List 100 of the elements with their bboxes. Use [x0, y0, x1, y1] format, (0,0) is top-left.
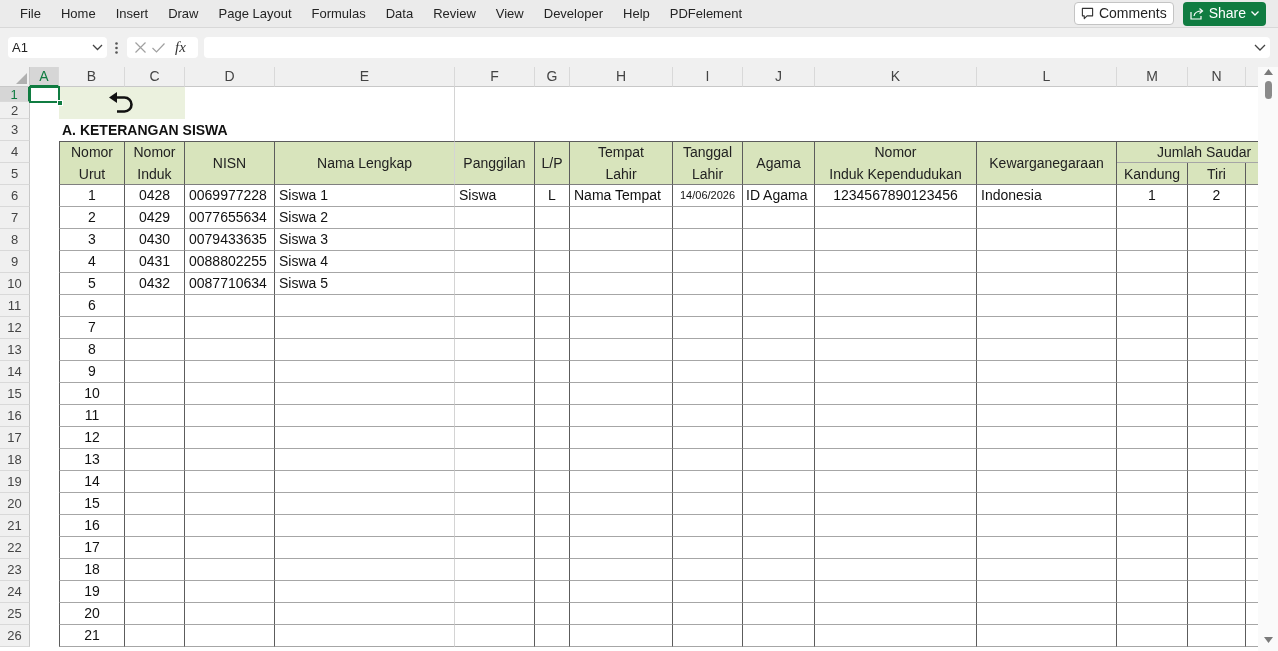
table-cell: 0432 [125, 273, 185, 295]
insert-function-button[interactable]: fx [175, 40, 186, 55]
row-header[interactable]: 21 [0, 515, 30, 537]
column-heading [1246, 163, 1258, 185]
column-group-heading: Jumlah Saudar [1117, 141, 1258, 163]
column-heading: NISN [185, 141, 275, 185]
column-header[interactable]: M [1117, 67, 1188, 87]
row-header[interactable]: 24 [0, 581, 30, 603]
row-header[interactable]: 13 [0, 339, 30, 361]
row-header[interactable]: 11 [0, 295, 30, 317]
row-header[interactable]: 6 [0, 185, 30, 207]
table-cell: 5 [59, 273, 125, 295]
ribbon-tab[interactable]: Formulas [301, 0, 376, 27]
table-cell: 16 [59, 515, 125, 537]
column-header[interactable]: G [535, 67, 570, 87]
chevron-down-icon [1251, 11, 1259, 16]
ribbon-tab[interactable]: Review [423, 0, 486, 27]
row-header[interactable]: 8 [0, 229, 30, 251]
row-header[interactable]: 17 [0, 427, 30, 449]
column-heading: Tempat Lahir [570, 141, 673, 185]
table-cell: 17 [59, 537, 125, 559]
column-heading: Kandung [1117, 163, 1188, 185]
column-header[interactable]: K [815, 67, 977, 87]
ribbon-tab[interactable]: Developer [533, 0, 613, 27]
row-header[interactable]: 18 [0, 449, 30, 471]
ribbon-tab[interactable]: Data [375, 0, 424, 27]
column-heading: Nomor Urut [59, 141, 125, 185]
column-header[interactable]: J [743, 67, 815, 87]
scroll-up-icon[interactable] [1263, 69, 1273, 75]
share-button[interactable]: Share [1182, 1, 1266, 26]
table-cell: L [535, 185, 570, 207]
return-arrow-icon[interactable] [108, 90, 136, 116]
column-header[interactable]: E [275, 67, 455, 87]
row-header[interactable]: 1 [0, 87, 30, 102]
table-cell: 19 [59, 581, 125, 603]
column-header[interactable]: B [59, 67, 125, 87]
row-header[interactable]: 3 [0, 119, 30, 141]
ribbon-tab[interactable]: Page Layout [208, 0, 302, 27]
row-header[interactable]: 23 [0, 559, 30, 581]
row-header[interactable]: 25 [0, 603, 30, 625]
ribbon-tab[interactable]: File [10, 0, 51, 27]
expand-chevron-icon[interactable] [1254, 44, 1266, 51]
column-heading: Nomor Induk [125, 141, 185, 185]
column-header[interactable]: F [455, 67, 535, 87]
row-header[interactable]: 5 [0, 163, 30, 185]
column-header[interactable]: I [673, 67, 743, 87]
row-header[interactable]: 14 [0, 361, 30, 383]
row-header[interactable]: 20 [0, 493, 30, 515]
row-header[interactable]: 7 [0, 207, 30, 229]
formula-input[interactable] [204, 37, 1270, 58]
row-header[interactable]: 26 [0, 625, 30, 647]
table-cell: 20 [59, 603, 125, 625]
column-header[interactable]: C [125, 67, 185, 87]
table-cell: 14/06/2026 [673, 185, 743, 207]
comment-icon [1080, 7, 1094, 20]
table-cell: 10 [59, 383, 125, 405]
table-cell: 6 [59, 295, 125, 317]
row-header[interactable]: 15 [0, 383, 30, 405]
ribbon-tab[interactable]: Draw [158, 0, 209, 27]
table-cell: 9 [59, 361, 125, 383]
chevron-down-icon[interactable] [92, 44, 103, 51]
comments-button[interactable]: Comments [1073, 2, 1174, 25]
column-heading: Agama [743, 141, 815, 185]
scroll-down-icon[interactable] [1263, 637, 1273, 643]
column-header[interactable]: H [570, 67, 673, 87]
scrollbar-thumb[interactable] [1264, 81, 1272, 99]
table-cell: 0430 [125, 229, 185, 251]
ribbon-tab[interactable]: PDFelement [659, 0, 752, 27]
column-heading: Panggilan [455, 141, 535, 185]
section-title: A. KETERANGAN SISWA [62, 120, 228, 140]
column-header[interactable]: D [185, 67, 275, 87]
checkmark-icon[interactable] [152, 42, 165, 53]
column-header[interactable]: N [1188, 67, 1246, 87]
ribbon-tab[interactable]: Insert [105, 0, 159, 27]
row-header[interactable]: 10 [0, 273, 30, 295]
row-header[interactable]: 19 [0, 471, 30, 493]
cancel-icon[interactable] [135, 42, 146, 53]
table-cell: 13 [59, 449, 125, 471]
row-header[interactable]: 16 [0, 405, 30, 427]
column-header[interactable]: A [30, 67, 59, 87]
table-cell: 7 [59, 317, 125, 339]
ribbon-tab[interactable]: View [485, 0, 534, 27]
table-cell: 1 [1117, 185, 1188, 207]
ribbon-tab[interactable]: Home [50, 0, 106, 27]
row-header[interactable]: 9 [0, 251, 30, 273]
more-options-icon[interactable] [115, 41, 118, 54]
row-header[interactable]: 4 [0, 141, 30, 163]
ribbon-tab[interactable]: Help [613, 0, 660, 27]
fill-handle[interactable] [57, 100, 63, 106]
column-heading: L/P [535, 141, 570, 185]
table-cell: 0079433635 [185, 229, 275, 251]
column-header[interactable]: L [977, 67, 1117, 87]
row-header[interactable]: 22 [0, 537, 30, 559]
table-cell: Indonesia [977, 185, 1117, 207]
table-cell: 1234567890123456 [815, 185, 977, 207]
table-cell: Siswa 2 [275, 207, 455, 229]
row-header[interactable]: 12 [0, 317, 30, 339]
table-cell: 2 [59, 207, 125, 229]
name-box[interactable]: A1 [8, 37, 107, 58]
row-header[interactable]: 2 [0, 102, 30, 119]
